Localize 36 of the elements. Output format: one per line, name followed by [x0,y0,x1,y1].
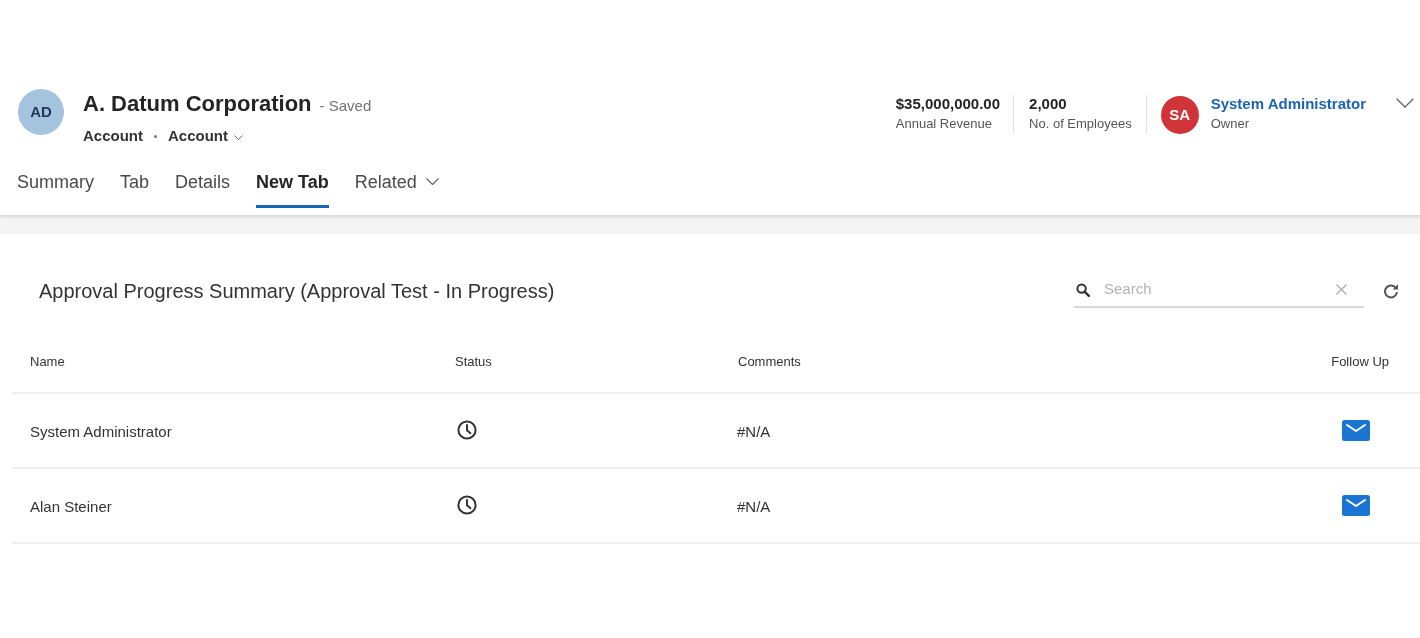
name-cell-text: Alan Steiner [29,497,113,518]
field-label: Annual Revenue [895,116,993,132]
chevron-down-icon [234,134,243,140]
field-label: No. of Employees [1029,116,1132,132]
comments-cell-text: #N/A [736,497,772,518]
column-header: Comments [737,352,802,371]
comments-cell-text: #N/A [736,422,772,443]
name-cell-text: System Administrator [29,422,173,443]
panel-title: Approval Progress Summary (Approval Test - In Progress) [39,278,555,304]
refresh-icon[interactable] [1383,282,1399,299]
field-value: $35,000,000.00 [895,95,1001,113]
mail-icon[interactable] [1342,494,1370,516]
column-header: Name [29,352,66,371]
tab[interactable]: Tab [120,170,150,208]
record-avatar: AD [18,89,64,135]
owner-avatar: SA [1160,96,1199,134]
owner-link[interactable]: System Administrator [1210,95,1366,113]
clock-icon [457,495,477,515]
tab[interactable]: Details [175,170,231,208]
search-icon [1076,282,1090,297]
column-header: Follow Up [1331,352,1390,371]
tab[interactable]: Summary [17,170,94,208]
owner-label: Owner [1210,116,1250,132]
tab[interactable]: New Tab [256,170,329,208]
field-value: 2,000 [1029,95,1068,113]
chevron-down-icon [425,178,439,185]
tab[interactable]: Related [354,170,439,208]
clock-icon [457,420,477,440]
mail-icon[interactable] [1342,419,1370,441]
record-title: A. Datum Corporation [83,90,312,118]
form-selector[interactable]: Account [168,125,243,148]
entity-name: Account [83,126,143,146]
save-status: - Saved [319,96,372,116]
chevron-down-icon[interactable] [1396,98,1414,108]
search-input[interactable]: Search [1104,278,1328,301]
column-header: Status [454,352,493,371]
